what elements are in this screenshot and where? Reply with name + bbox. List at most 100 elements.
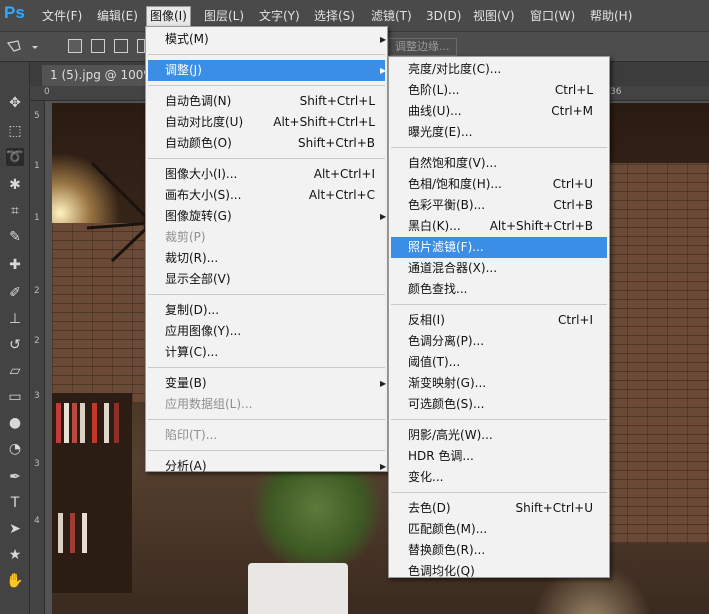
menu-item[interactable]: 变量(B) ▶ [148, 373, 386, 394]
menu-item[interactable]: 可选颜色(S)... [391, 394, 607, 415]
crop-tool-icon[interactable]: ⌗ [6, 202, 24, 220]
menu-item[interactable]: 去色(D) Shift+Ctrl+U [391, 498, 607, 519]
menu-item-label: 计算(C)... [165, 345, 219, 359]
menu-item: 裁剪(P) [148, 227, 385, 248]
brush-tool-icon[interactable]: ✐ [6, 284, 24, 302]
eraser-tool-icon[interactable]: ▱ [6, 362, 24, 380]
subtract-selection-icon[interactable] [114, 39, 128, 53]
menu-item[interactable]: 分析(A) ▶ [148, 456, 386, 477]
menu-item[interactable]: 反相(I) Ctrl+I [391, 310, 607, 331]
intersect-selection-icon[interactable] [137, 39, 145, 53]
menu-item-shortcut: Ctrl+I [558, 313, 593, 327]
menu-item[interactable]: 通道混合器(X)... [391, 258, 607, 279]
menu-item[interactable]: 色相/饱和度(H)... Ctrl+U [391, 174, 607, 195]
new-selection-icon[interactable] [68, 39, 82, 53]
refine-edge-button[interactable]: 调整边缘... [388, 38, 457, 56]
magic-wand-tool-icon[interactable]: ✱ [6, 176, 24, 194]
menu-item[interactable]: 色调均化(Q) [391, 561, 607, 582]
menu-item[interactable]: 复制(D)... [148, 300, 385, 321]
menu-item[interactable]: 亮度/对比度(C)... [391, 59, 607, 80]
menu-item-label: 调整(J) [165, 63, 202, 77]
menu-item[interactable]: 图像旋转(G) ▶ [148, 206, 386, 227]
tools-panel: ✥ ⬚ ➰ ✱ ⌗ ✎ ✚ ✐ ⊥ ↺ ▱ ▭ ● ◔ ✒ T ➤ ★ ✋ [0, 62, 30, 614]
menu-view[interactable]: 视图(V) [473, 8, 515, 25]
shape-tool-icon[interactable]: ★ [6, 546, 24, 564]
menu-window[interactable]: 窗口(W) [530, 8, 575, 25]
menu-item[interactable]: 图像大小(I)... Alt+Ctrl+I [148, 164, 385, 185]
menu-item-shortcut: Ctrl+M [551, 104, 593, 118]
menu-item[interactable]: 阴影/高光(W)... [391, 425, 607, 446]
menu-help[interactable]: 帮助(H) [590, 8, 632, 25]
ruler-mark: 2 [34, 286, 40, 296]
menu-item[interactable]: 画布大小(S)... Alt+Ctrl+C [148, 185, 385, 206]
menu-item-label: 曝光度(E)... [408, 125, 473, 139]
menu-item[interactable]: 替换颜色(R)... [391, 540, 607, 561]
menu-item[interactable]: 照片滤镜(F)... [391, 237, 607, 258]
history-brush-tool-icon[interactable]: ↺ [6, 336, 24, 354]
menu-item-shortcut: Shift+Ctrl+U [515, 501, 593, 515]
type-tool-icon[interactable]: T [6, 494, 24, 512]
path-selection-tool-icon[interactable]: ➤ [6, 520, 24, 538]
menu-item[interactable]: 调整(J) ▶ [148, 60, 386, 81]
menu-layer[interactable]: 图层(L) [204, 8, 244, 25]
menu-item[interactable]: 阈值(T)... [391, 352, 607, 373]
menu-item[interactable]: 显示全部(V) [148, 269, 385, 290]
menu-item[interactable]: 变化... [391, 467, 607, 488]
menu-item-label: 变量(B) [165, 376, 207, 390]
add-selection-icon[interactable] [91, 39, 105, 53]
menu-item[interactable]: 裁切(R)... [148, 248, 385, 269]
menu-item-label: 可选颜色(S)... [408, 397, 485, 411]
menu-item[interactable]: 自然饱和度(V)... [391, 153, 607, 174]
menu-item[interactable]: HDR 色调... [391, 446, 607, 467]
menu-item[interactable]: 模式(M) ▶ [148, 29, 386, 50]
menu-item: 应用数据组(L)... [148, 394, 385, 415]
eyedropper-tool-icon[interactable]: ✎ [6, 228, 24, 246]
menu-item[interactable]: 渐变映射(G)... [391, 373, 607, 394]
menu-item[interactable]: 黑白(K)... Alt+Shift+Ctrl+B [391, 216, 607, 237]
marquee-tool-icon[interactable]: ⬚ [6, 122, 24, 140]
blur-tool-icon[interactable]: ● [6, 414, 24, 432]
menu-item[interactable]: 曲线(U)... Ctrl+M [391, 101, 607, 122]
menu-item-label: 阈值(T)... [408, 355, 461, 369]
menu-item-shortcut: Ctrl+L [554, 83, 593, 97]
menu-item[interactable]: 计算(C)... [148, 342, 385, 363]
menu-item-label: 色阶(L)... [408, 83, 460, 97]
menu-item[interactable]: 自动色调(N) Shift+Ctrl+L [148, 91, 385, 112]
move-tool-icon[interactable]: ✥ [6, 94, 24, 112]
menu-item[interactable]: 颜色查找... [391, 279, 607, 300]
menu-item[interactable]: 色彩平衡(B)... Ctrl+B [391, 195, 607, 216]
menu-file[interactable]: 文件(F) [42, 8, 82, 25]
hand-tool-icon[interactable]: ✋ [6, 572, 24, 590]
menu-edit[interactable]: 编辑(E) [97, 8, 138, 25]
image-menu-dropdown: 模式(M) ▶ 调整(J) ▶ 自动色调(N) Shift+Ctrl+L 自动对比度(U) A… [145, 26, 388, 473]
menu-item[interactable]: 自动颜色(O) Shift+Ctrl+B [148, 133, 385, 154]
menu-item[interactable]: 色调分离(P)... [391, 331, 607, 352]
lasso-tool-icon[interactable]: ➰ [6, 148, 24, 166]
menu-item[interactable]: 匹配颜色(M)... [391, 519, 607, 540]
ruler-mark: 2 [34, 336, 40, 346]
menu-select[interactable]: 选择(S) [314, 8, 355, 25]
menu-image[interactable]: 图像(I) [146, 6, 191, 27]
menu-item-label: 颜色查找... [408, 282, 468, 296]
menu-item[interactable]: 曝光度(E)... [391, 122, 607, 143]
lasso-preset-icon[interactable] [6, 39, 38, 55]
pen-tool-icon[interactable]: ✒ [6, 468, 24, 486]
menu-separator [391, 304, 607, 305]
menu-item[interactable]: 应用图像(Y)... [148, 321, 385, 342]
menu-item[interactable]: 自动对比度(U) Alt+Shift+Ctrl+L [148, 112, 385, 133]
menu-item[interactable]: 色阶(L)... Ctrl+L [391, 80, 607, 101]
menu-item-label: 照片滤镜(F)... [408, 240, 484, 254]
healing-brush-tool-icon[interactable]: ✚ [6, 256, 24, 274]
ruler-mark: 1 [34, 213, 40, 223]
menu-3d[interactable]: 3D(D) [426, 8, 461, 25]
menu-type[interactable]: 文字(Y) [259, 8, 300, 25]
ruler-mark: 3 [34, 391, 40, 401]
clone-stamp-tool-icon[interactable]: ⊥ [6, 310, 24, 328]
menu-separator [148, 367, 385, 368]
menu-filter[interactable]: 滤镜(T) [371, 8, 412, 25]
ruler-mark: 1 [34, 161, 40, 171]
menu-item-label: 陷印(T)... [165, 428, 218, 442]
menu-item-label: 图像大小(I)... [165, 167, 238, 181]
dodge-tool-icon[interactable]: ◔ [6, 440, 24, 458]
gradient-tool-icon[interactable]: ▭ [6, 388, 24, 406]
